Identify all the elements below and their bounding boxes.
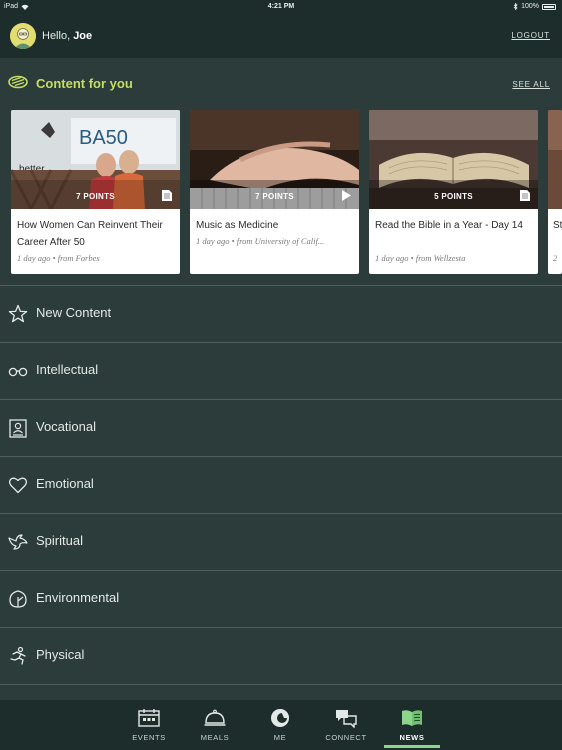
category-label: New Content	[36, 305, 112, 320]
article-icon	[162, 190, 172, 201]
greeting-text: Hello,	[42, 30, 71, 42]
tab-me[interactable]: ME	[252, 700, 308, 750]
content-card[interactable]: BA50 better 7 POINTS How Women Can Reinv…	[11, 110, 180, 274]
content-card[interactable]: 7 POINTS Music as Medicine 1 day ago • f…	[190, 110, 359, 274]
battery-icon	[542, 3, 556, 10]
bluetooth-icon	[513, 3, 518, 10]
book-icon	[402, 710, 422, 726]
battery-indicator: 100%	[513, 3, 556, 10]
article-icon	[520, 190, 530, 201]
tab-label: ME	[273, 733, 287, 742]
tab-label: NEWS	[399, 733, 425, 742]
content-stack-icon	[8, 75, 28, 89]
category-emotional[interactable]: Emotional	[0, 456, 562, 513]
tab-label: EVENTS	[132, 733, 166, 742]
content-for-you-header: Content for you SEE ALL	[0, 58, 562, 108]
card-meta: 2	[553, 253, 558, 263]
category-vocational[interactable]: Vocational	[0, 399, 562, 456]
battery-percent: 100%	[521, 3, 539, 10]
category-label: Physical	[36, 647, 85, 662]
content-card[interactable]: 5 POINTS Read the Bible in a Year - Day …	[369, 110, 538, 274]
chat-icon	[336, 710, 357, 728]
tab-events[interactable]: EVENTS	[121, 700, 177, 750]
card-title: St Se	[553, 220, 562, 231]
tab-meals[interactable]: MEALS	[187, 700, 243, 750]
runner-icon	[10, 646, 26, 665]
card-title: How Women Can Reinvent Their Career Afte…	[17, 220, 163, 248]
category-new-content[interactable]: New Content	[0, 285, 562, 342]
category-physical[interactable]: Physical	[0, 627, 562, 684]
play-icon	[342, 190, 351, 201]
status-bar: iPad 4:21 PM 100%	[0, 0, 562, 14]
points-badge: 7 POINTS	[255, 192, 294, 201]
top-bar: Hello, Joe LOGOUT	[0, 14, 562, 58]
points-badge: 7 POINTS	[76, 192, 115, 201]
id-badge-icon	[9, 419, 27, 438]
star-icon	[8, 304, 28, 323]
card-meta: 1 day ago • from Wellzesta	[375, 253, 466, 263]
tab-news[interactable]: NEWS	[384, 700, 440, 750]
category-label: Spiritual	[36, 533, 83, 548]
category-list: New Content Intellectual Vocational Emot…	[0, 285, 562, 704]
tab-bar: EVENTS MEALS ME CONNECT NEWS	[0, 700, 562, 750]
category-label: Intellectual	[36, 362, 99, 377]
avatar[interactable]	[10, 23, 36, 49]
category-label: Emotional	[36, 476, 94, 491]
greeting: Hello, Joe	[42, 30, 92, 42]
clock: 4:21 PM	[267, 3, 295, 10]
card-title: Music as Medicine	[196, 220, 279, 231]
glasses-icon	[8, 367, 28, 377]
logout-button[interactable]: LOGOUT	[511, 31, 550, 40]
heart-icon	[8, 477, 28, 494]
dove-icon	[8, 534, 28, 550]
card-thumbnail-partial	[548, 110, 562, 209]
see-all-link[interactable]: SEE ALL	[512, 80, 550, 89]
svg-text:BA50: BA50	[79, 127, 128, 149]
category-spiritual[interactable]: Spiritual	[0, 513, 562, 570]
category-environmental[interactable]: Environmental	[0, 570, 562, 627]
user-name: Joe	[73, 30, 93, 42]
card-meta: 1 day ago • from University of Calif...	[196, 236, 325, 246]
tab-label: MEALS	[200, 733, 230, 742]
calendar-icon	[138, 709, 160, 727]
tab-connect[interactable]: CONNECT	[318, 700, 374, 750]
active-tab-indicator	[384, 745, 440, 748]
user-avatar-icon	[10, 23, 36, 49]
tab-label: CONNECT	[325, 733, 367, 742]
category-intellectual[interactable]: Intellectual	[0, 342, 562, 399]
points-badge: 5 POINTS	[434, 192, 473, 201]
content-card-partial[interactable]: St Se 2	[548, 110, 562, 274]
leaf-icon	[9, 590, 27, 608]
me-icon	[271, 709, 289, 727]
category-label: Vocational	[36, 419, 96, 434]
card-meta: 1 day ago • from Forbes	[17, 253, 100, 263]
card-title: Read the Bible in a Year - Day 14	[375, 220, 523, 231]
section-title: Content for you	[36, 76, 133, 91]
category-label: Environmental	[36, 590, 120, 605]
cloche-icon	[204, 709, 226, 726]
content-carousel[interactable]: BA50 better 7 POINTS How Women Can Reinv…	[0, 108, 562, 276]
